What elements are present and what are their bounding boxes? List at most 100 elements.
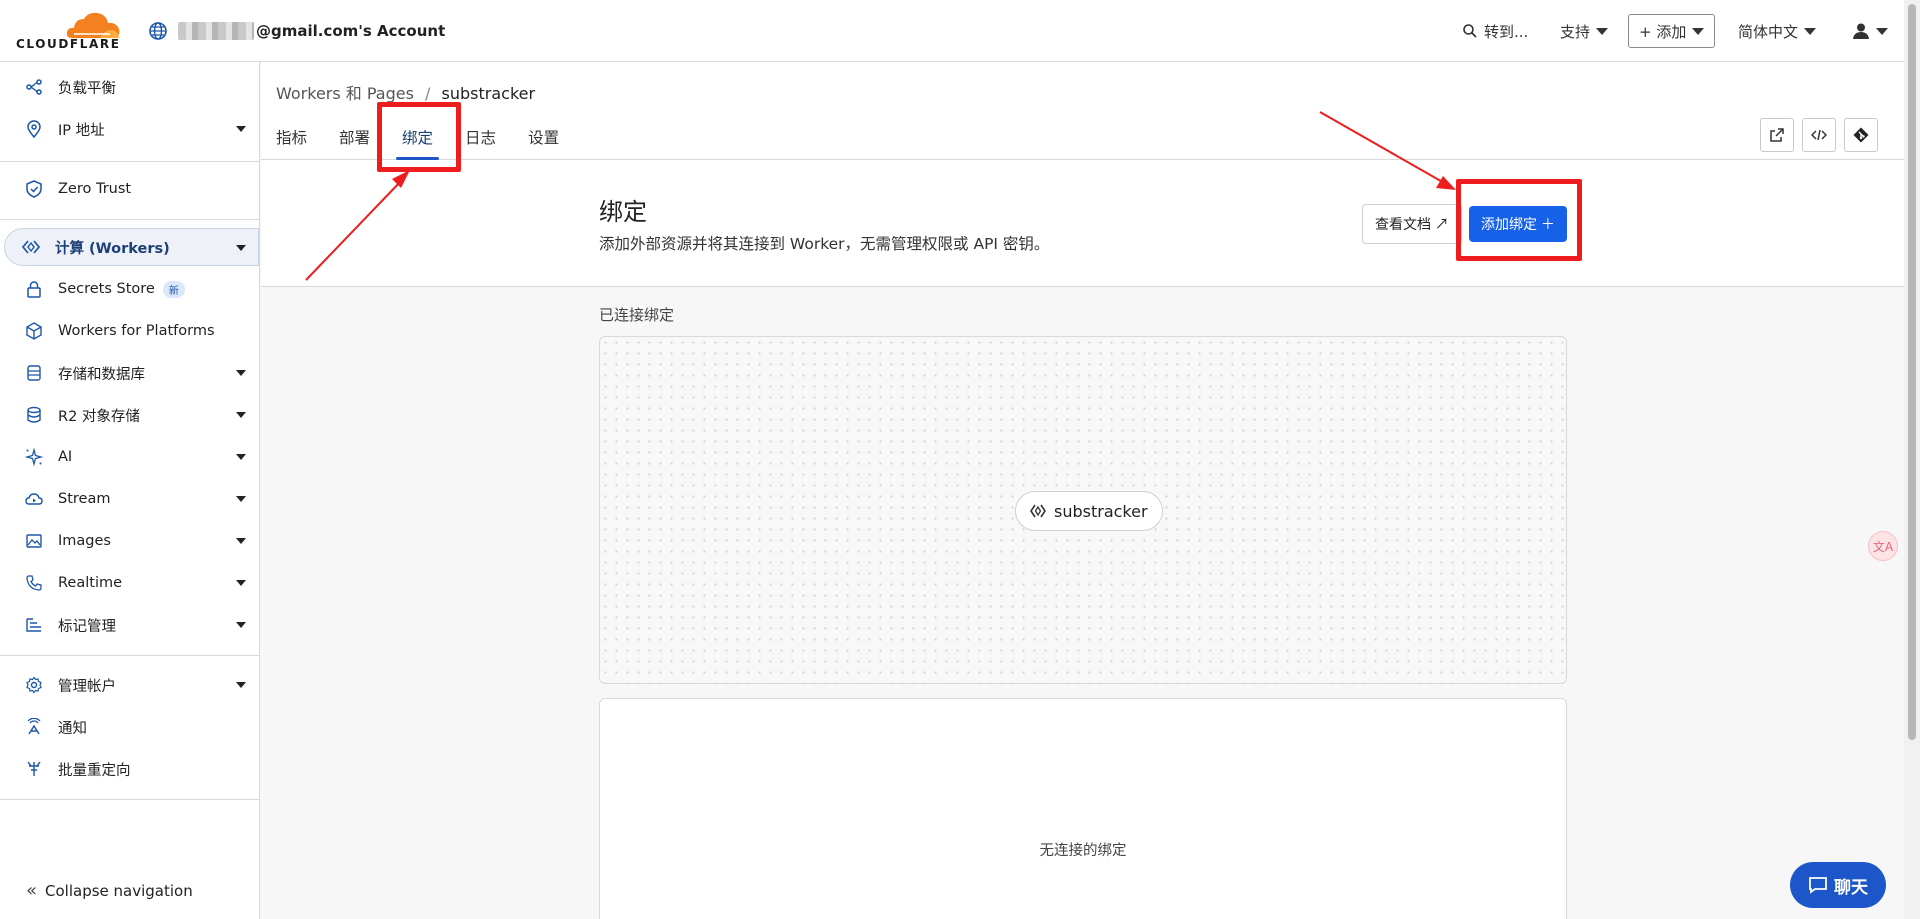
divider	[0, 799, 259, 800]
open-external-button[interactable]	[1760, 118, 1794, 152]
sidebar-item-tag-management[interactable]: 标记管理	[8, 606, 258, 644]
external-link-icon	[1770, 128, 1784, 142]
cloudflare-logo[interactable]: CLOUDFLARE	[16, 10, 124, 51]
empty-state-text: 无连接的绑定	[1039, 843, 1127, 859]
tab-metrics[interactable]: 指标	[276, 114, 323, 160]
worker-header: Workers 和 Pages / substracker 指标 部署 绑定 日…	[261, 62, 1904, 160]
sidebar-item-workers-for-platforms[interactable]: Workers for Platforms	[8, 312, 258, 350]
divider	[0, 219, 259, 220]
add-label: + 添加	[1639, 22, 1687, 41]
chat-button[interactable]: 聊天	[1790, 862, 1886, 908]
new-badge: 新	[162, 280, 185, 298]
collapse-navigation-button[interactable]: « Collapse navigation	[26, 880, 193, 901]
sidebar: 负载平衡 IP 地址 Zero Trust 计算 (Workers) Secre…	[0, 62, 260, 919]
sidebar-item-label: Realtime	[58, 575, 123, 591]
sidebar-item-bulk-redirects[interactable]: 批量重定向	[8, 750, 258, 788]
translate-icon[interactable]: 文A	[1868, 531, 1898, 561]
user-icon	[1853, 23, 1869, 39]
worker-node[interactable]: substracker	[1015, 491, 1163, 531]
chevron-down-icon	[236, 622, 246, 628]
goto-label: 转到...	[1484, 22, 1529, 41]
database-icon	[24, 363, 44, 383]
workers-icon	[21, 237, 41, 257]
sidebar-item-load-balancing[interactable]: 负载平衡	[8, 68, 258, 106]
support-menu[interactable]: 支持	[1560, 14, 1609, 48]
git-button[interactable]	[1844, 118, 1878, 152]
sidebar-item-images[interactable]: Images	[8, 522, 258, 560]
chat-label: 聊天	[1834, 877, 1868, 898]
bindings-section-header: 绑定 添加外部资源并将其连接到 Worker，无需管理权限或 API 密钥。 查…	[261, 160, 1904, 287]
sidebar-item-workers[interactable]: 计算 (Workers)	[4, 228, 259, 266]
view-docs-button[interactable]: 查看文档 ↗	[1362, 204, 1462, 244]
chevron-down-icon	[1804, 27, 1817, 35]
chevron-down-icon	[236, 126, 246, 132]
image-icon	[24, 531, 44, 551]
sidebar-item-label: 批量重定向	[58, 762, 131, 779]
tag-manager-icon	[24, 615, 44, 635]
breadcrumb: Workers 和 Pages / substracker	[276, 80, 535, 104]
sidebar-item-label: 计算 (Workers)	[55, 240, 170, 257]
sidebar-item-realtime[interactable]: Realtime	[8, 564, 258, 602]
chevron-down-icon	[1692, 27, 1705, 35]
logo-wordmark: CLOUDFLARE	[16, 37, 121, 51]
page-description: 添加外部资源并将其连接到 Worker，无需管理权限或 API 密钥。	[599, 235, 1050, 253]
sidebar-item-ip-addresses[interactable]: IP 地址	[8, 110, 258, 148]
connected-bindings-label: 已连接绑定	[599, 306, 675, 324]
sidebar-item-notifications[interactable]: 通知	[8, 708, 258, 746]
sidebar-item-storage-databases[interactable]: 存储和数据库	[8, 354, 258, 392]
edit-code-button[interactable]	[1802, 118, 1836, 152]
support-label: 支持	[1560, 22, 1591, 41]
cube-icon	[24, 321, 44, 341]
collapse-label: Collapse navigation	[45, 881, 193, 900]
zero-trust-icon	[24, 179, 44, 199]
chevron-down-icon	[1596, 27, 1609, 35]
code-icon	[1811, 129, 1827, 141]
search-icon	[1463, 24, 1477, 38]
page-scrollbar[interactable]	[1904, 0, 1920, 919]
antenna-icon	[24, 717, 44, 737]
globe-icon	[149, 22, 167, 40]
chevron-down-icon	[236, 496, 246, 502]
chevron-down-icon	[236, 412, 246, 418]
sidebar-item-manage-account[interactable]: 管理帐户	[8, 666, 258, 704]
tab-settings[interactable]: 设置	[512, 114, 575, 160]
breadcrumb-parent-link[interactable]: Workers 和 Pages	[276, 84, 414, 103]
sidebar-item-ai[interactable]: AI	[8, 438, 258, 476]
stream-cloud-icon	[24, 489, 44, 509]
sidebar-item-r2-storage[interactable]: R2 对象存储	[8, 396, 258, 434]
bindings-canvas[interactable]: substracker	[599, 336, 1567, 684]
user-menu[interactable]	[1852, 14, 1888, 48]
goto-search[interactable]: 转到...	[1462, 14, 1528, 48]
account-switcher[interactable]: @gmail.com's Account	[148, 19, 445, 43]
add-menu-button[interactable]: + 添加	[1628, 14, 1716, 48]
chevron-down-icon	[236, 580, 246, 586]
scrollbar-thumb[interactable]	[1908, 4, 1916, 740]
sidebar-item-label: 管理帐户	[58, 678, 116, 695]
sidebar-item-label: Images	[58, 533, 111, 549]
sidebar-item-label: Workers for Platforms	[58, 323, 215, 339]
chevron-down-icon	[236, 682, 246, 688]
git-icon	[1853, 127, 1869, 143]
sidebar-item-zero-trust[interactable]: Zero Trust	[8, 170, 258, 208]
header-actions	[1760, 118, 1878, 152]
sidebar-item-label: Secrets Store	[58, 281, 155, 297]
top-header: CLOUDFLARE @gmail.com's Account 转到... 支持…	[0, 0, 1904, 62]
redirect-icon	[24, 759, 44, 779]
sidebar-item-label: Zero Trust	[58, 181, 132, 197]
chevron-down-icon	[236, 245, 246, 251]
language-selector[interactable]: 简体中文	[1738, 14, 1817, 48]
sidebar-item-secrets-store[interactable]: Secrets Store 新	[8, 270, 258, 308]
redacted-email	[178, 22, 254, 40]
ai-sparkle-icon	[24, 447, 44, 467]
double-chevron-left-icon: «	[26, 880, 38, 901]
sidebar-item-stream[interactable]: Stream	[8, 480, 258, 518]
sidebar-item-label: 存储和数据库	[58, 366, 145, 383]
load-balancing-icon	[24, 77, 44, 97]
chat-bubble-icon	[1809, 877, 1827, 894]
page-title: 绑定	[599, 198, 647, 226]
sidebar-item-label: R2 对象存储	[58, 408, 140, 425]
bindings-list-panel: 无连接的绑定	[599, 698, 1567, 919]
location-pin-icon	[24, 119, 44, 139]
workers-icon	[1030, 504, 1046, 518]
chevron-down-icon	[236, 538, 246, 544]
